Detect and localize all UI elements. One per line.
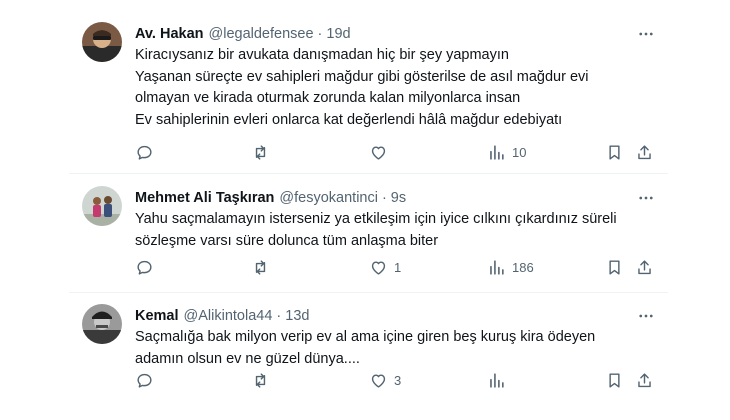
tweet[interactable]: Mehmet Ali Taşkıran @fesyokantinci · 9s … — [69, 174, 668, 292]
reply-feed: Av. Hakan @legaldefensee · 19d Kiracıysa… — [69, 10, 668, 419]
views-icon — [490, 259, 504, 275]
retweet-icon — [255, 259, 266, 275]
retweet-button[interactable] — [251, 257, 270, 277]
reply-button[interactable] — [135, 142, 154, 162]
timestamp[interactable]: 19d — [326, 26, 350, 42]
tweet-header: Kemal @Alikintola44 · 13d — [135, 306, 309, 326]
tweet[interactable]: Kemal @Alikintola44 · 13d Saçmalığa bak … — [69, 293, 668, 419]
avatar-image — [82, 22, 122, 62]
like-button[interactable]: 1 — [369, 257, 401, 277]
like-icon — [371, 373, 386, 388]
share-button[interactable] — [635, 257, 654, 277]
share-icon — [638, 372, 651, 387]
bookmark-button[interactable] — [605, 370, 624, 390]
like-icon — [371, 145, 386, 160]
like-button[interactable]: 3 — [369, 370, 401, 390]
bookmark-icon — [609, 144, 620, 160]
retweet-button[interactable] — [251, 142, 270, 162]
tweet-text-line: Ev sahiplerinin evleri onlarca kat değer… — [135, 111, 563, 128]
tweet-text: Saçmalığa bak milyon verip ev al ama içi… — [135, 327, 655, 370]
share-icon — [638, 259, 651, 274]
views-button[interactable] — [487, 370, 512, 390]
tweet-header: Av. Hakan @legaldefensee · 19d — [135, 24, 351, 44]
like-count: 3 — [394, 372, 402, 388]
tweet-text-line: Yaşanan süreçte ev sahipleri mağdur gibi… — [135, 68, 589, 85]
action-bar: 1 186 — [135, 257, 655, 277]
views-button[interactable]: 186 — [487, 257, 534, 277]
avatar[interactable] — [82, 186, 122, 226]
bookmark-icon — [609, 372, 620, 388]
avatar-image — [82, 304, 122, 344]
author-handle[interactable]: @legaldefensee — [209, 26, 314, 42]
separator-dot: · — [276, 308, 282, 324]
timestamp[interactable]: 13d — [285, 308, 309, 324]
avatar-image — [82, 186, 122, 226]
tweet[interactable]: Av. Hakan @legaldefensee · 19d Kiracıysa… — [69, 10, 668, 173]
share-icon — [638, 144, 651, 159]
tweet-text-line: Kiracıysanız bir avukata danışmadan hiç … — [135, 47, 509, 63]
author-handle[interactable]: @fesyokantinci — [279, 190, 378, 206]
reply-button[interactable] — [135, 257, 154, 277]
separator-dot: · — [317, 26, 323, 42]
reply-icon — [137, 260, 152, 275]
more-icon[interactable] — [636, 306, 656, 326]
bookmark-icon — [609, 259, 620, 275]
views-count: 10 — [512, 144, 527, 160]
author-handle[interactable]: @Alikintola44 — [184, 308, 273, 324]
views-count: 186 — [512, 259, 534, 275]
author-name[interactable]: Av. Hakan — [135, 26, 204, 42]
tweet-text-line: Saçmalığa bak milyon verip ev al ama içi… — [135, 329, 596, 345]
more-icon[interactable] — [636, 188, 656, 208]
tweet-text-line: olmayan ve kirada oturmak zorunda kalan … — [135, 90, 521, 106]
tweet-text: Yahu saçmalamayın isterseniz ya etkileşi… — [135, 209, 655, 252]
more-icon[interactable] — [636, 24, 656, 44]
retweet-icon — [255, 372, 266, 388]
views-icon — [490, 372, 504, 388]
timestamp[interactable]: 9s — [391, 190, 406, 206]
action-bar: 3 — [135, 370, 655, 390]
retweet-button[interactable] — [251, 370, 270, 390]
bookmark-button[interactable] — [605, 142, 624, 162]
action-bar: 10 — [135, 142, 655, 162]
share-button[interactable] — [635, 370, 654, 390]
share-button[interactable] — [635, 142, 654, 162]
tweet-text-line: adamın olsun ev ne güzel dünya.... — [135, 350, 360, 367]
separator-dot: · — [381, 190, 387, 206]
avatar[interactable] — [82, 22, 122, 62]
bookmark-button[interactable] — [605, 257, 624, 277]
retweet-icon — [255, 144, 266, 160]
author-name[interactable]: Mehmet Ali Taşkıran — [135, 190, 274, 206]
views-icon — [490, 144, 504, 160]
reply-icon — [137, 373, 152, 388]
avatar[interactable] — [82, 304, 122, 344]
reply-button[interactable] — [135, 370, 154, 390]
reply-icon — [137, 145, 152, 160]
like-count: 1 — [394, 259, 402, 275]
tweet-header: Mehmet Ali Taşkıran @fesyokantinci · 9s — [135, 188, 406, 208]
tweet-text-line: sözleşme varsı süre dolunca tüm anlaşma … — [135, 232, 439, 249]
like-icon — [371, 260, 386, 275]
tweet-text: Kiracıysanız bir avukata danışmadan hiç … — [135, 45, 655, 131]
author-name[interactable]: Kemal — [135, 308, 179, 324]
tweet-text-line: Yahu saçmalamayın isterseniz ya etkileşi… — [135, 211, 617, 227]
like-button[interactable] — [369, 142, 394, 162]
views-button[interactable]: 10 — [487, 142, 526, 162]
